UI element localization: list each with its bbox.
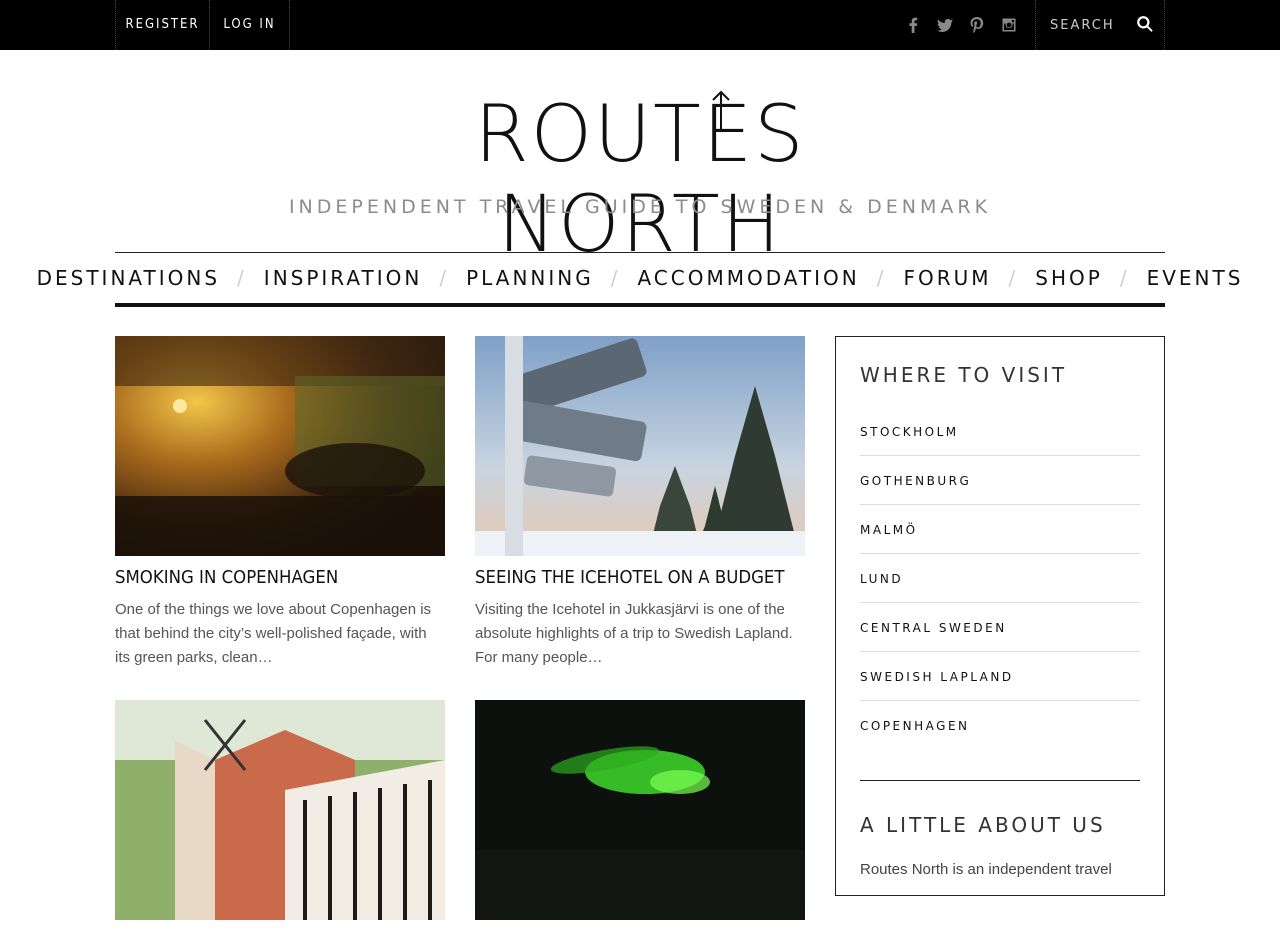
nav-link-events[interactable]: EVENTS: [1147, 266, 1244, 290]
nav-separator: /: [439, 266, 450, 290]
destination-link-stockholm[interactable]: STOCKHOLM: [860, 407, 1140, 456]
site-tagline: INDEPENDENT TRAVEL GUIDE TO SWEDEN & DEN…: [288, 196, 992, 218]
destination-link-central-sweden[interactable]: CENTRAL SWEDEN: [860, 603, 1140, 652]
post-image-icehotel-sign[interactable]: [475, 336, 805, 556]
nav-item-destinations[interactable]: DESTINATIONS: [37, 266, 220, 290]
nav-item-events[interactable]: EVENTS: [1147, 266, 1244, 290]
nav-item-shop[interactable]: SHOP: [1035, 266, 1103, 290]
nav-link-accommodation[interactable]: ACCOMMODATION: [637, 266, 859, 290]
nav-link-destinations[interactable]: DESTINATIONS: [37, 266, 220, 290]
nav-separator: /: [1008, 266, 1019, 290]
post-image-northern-lights[interactable]: [475, 700, 805, 920]
sidebar-title-about: A LITTLE ABOUT US: [860, 813, 1106, 837]
nav-separator: /: [876, 266, 887, 290]
top-bar-inner: REGISTER LOG IN: [115, 0, 1165, 50]
post-image-half-timbered-street[interactable]: [115, 700, 445, 920]
nav-link-shop[interactable]: SHOP: [1035, 266, 1103, 290]
nav-link-inspiration[interactable]: INSPIRATION: [264, 266, 423, 290]
nav-item-forum[interactable]: FORUM: [903, 266, 991, 290]
sidebar-about-text: Routes North is an independent travel: [860, 861, 1112, 878]
post-excerpt: Visiting the Icehotel in Jukkasjärvi is …: [475, 601, 793, 666]
nav-item-planning[interactable]: PLANNING: [466, 266, 594, 290]
nav-separator: /: [237, 266, 247, 290]
nav-separator: /: [610, 266, 621, 290]
post-title[interactable]: SEEING THE ICEHOTEL ON A BUDGET: [475, 566, 784, 590]
destination-link-lund[interactable]: LUND: [860, 554, 1140, 603]
post-card: [475, 700, 805, 930]
nav-separator: /: [1119, 266, 1130, 290]
sidebar-divider: [860, 780, 1140, 781]
destination-list: STOCKHOLM GOTHENBURG MALMÖ LUND CENTRAL …: [860, 407, 1140, 749]
search-icon[interactable]: [1136, 15, 1154, 33]
main-navigation: DESTINATIONS / INSPIRATION / PLANNING / …: [37, 252, 1240, 307]
nav-link-planning[interactable]: PLANNING: [466, 266, 594, 290]
pinterest-icon[interactable]: [961, 0, 993, 50]
search-input[interactable]: [1050, 14, 1130, 36]
post-card: SMOKING IN COPENHAGEN One of the things …: [115, 336, 445, 670]
north-arrow-icon: [712, 90, 730, 130]
destination-link-copenhagen[interactable]: COPENHAGEN: [860, 701, 1140, 749]
sidebar: WHERE TO VISIT STOCKHOLM GOTHENBURG MALM…: [835, 336, 1165, 896]
facebook-icon[interactable]: [897, 0, 929, 50]
nav-link-forum[interactable]: FORUM: [903, 266, 991, 290]
post-title[interactable]: SMOKING IN COPENHAGEN: [115, 566, 419, 590]
twitter-icon[interactable]: [929, 0, 961, 50]
top-bar: REGISTER LOG IN: [0, 0, 1280, 50]
destination-link-malmo[interactable]: MALMÖ: [860, 505, 1140, 554]
post-card: SEEING THE ICEHOTEL ON A BUDGET Visiting…: [475, 336, 805, 670]
nav-item-accommodation[interactable]: ACCOMMODATION: [637, 266, 859, 290]
sidebar-title-where-to-visit: WHERE TO VISIT: [860, 363, 1068, 387]
destination-link-swedish-lapland[interactable]: SWEDISH LAPLAND: [860, 652, 1140, 701]
search-box[interactable]: [1035, 0, 1165, 50]
site-logo[interactable]: ROUTES NORTH: [340, 90, 940, 270]
instagram-icon[interactable]: [993, 0, 1025, 50]
logo-text: ROUTES NORTH: [474, 90, 806, 270]
login-link[interactable]: LOG IN: [210, 0, 290, 50]
register-link[interactable]: REGISTER: [115, 0, 210, 50]
destination-link-gothenburg[interactable]: GOTHENBURG: [860, 456, 1140, 505]
post-image-copenhagen-bar[interactable]: [115, 336, 445, 556]
post-excerpt: One of the things we love about Copenhag…: [115, 601, 432, 666]
nav-item-inspiration[interactable]: INSPIRATION: [264, 266, 423, 290]
post-card: [115, 700, 445, 930]
